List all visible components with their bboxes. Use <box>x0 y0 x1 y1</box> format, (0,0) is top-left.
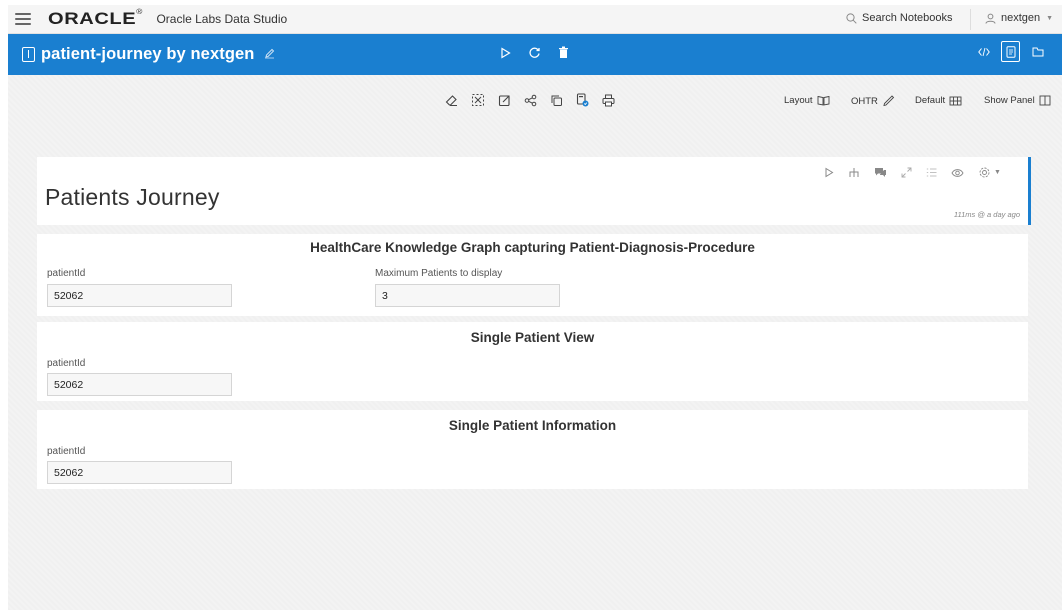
search-icon <box>846 12 857 24</box>
show-panel-button[interactable]: Show Panel <box>984 95 1051 106</box>
hierarchy-icon[interactable] <box>848 167 860 178</box>
paragraph-timing: 111ms @ a day ago <box>953 210 1020 219</box>
trash-icon[interactable] <box>558 46 569 59</box>
default-label: Default <box>915 95 946 106</box>
top-bar: ORACLE® Oracle Labs Data Studio Search N… <box>8 5 1062 34</box>
show-panel-label: Show Panel <box>984 95 1035 106</box>
book-icon <box>817 95 829 106</box>
expand-icon[interactable] <box>901 167 912 178</box>
paragraph-single-patient-view[interactable]: Single Patient View patientId <box>37 322 1028 401</box>
user-menu[interactable]: nextgen ▼ <box>985 12 1053 24</box>
line-numbers-icon[interactable] <box>926 167 937 178</box>
field-label: patientId <box>47 268 86 279</box>
user-name: nextgen <box>1001 12 1041 24</box>
notebook-title: patient-journey by nextgen <box>41 45 255 63</box>
export-icon[interactable] <box>498 94 511 107</box>
run-all-icon[interactable] <box>500 46 511 59</box>
paragraph-single-patient-information[interactable]: Single Patient Information patientId <box>37 410 1028 489</box>
max-patients-input[interactable] <box>375 284 560 307</box>
ohtr-label: OHTR <box>851 95 878 107</box>
code-view-icon[interactable] <box>974 41 993 62</box>
default-button[interactable]: Default <box>915 95 962 106</box>
paragraph-heading: Single Patient Information <box>448 418 617 433</box>
layout-button[interactable]: Layout <box>784 95 830 106</box>
comments-icon[interactable] <box>874 167 887 178</box>
paragraph-controls: ▼ <box>824 166 1001 179</box>
panel-icon <box>1039 95 1051 106</box>
folder-view-icon[interactable] <box>1028 41 1047 62</box>
eye-icon[interactable] <box>951 168 964 178</box>
report-view-icon[interactable] <box>1001 41 1020 62</box>
notebook-view-controls <box>974 41 1047 62</box>
paragraph-heading: Single Patient View <box>470 330 595 345</box>
app-name: Oracle Labs Data Studio <box>156 12 288 26</box>
run-paragraph-icon[interactable] <box>824 167 834 178</box>
oracle-logo: ORACLE® <box>48 9 143 28</box>
field-label: patientId <box>47 358 86 369</box>
print-icon[interactable] <box>602 94 615 107</box>
clone-badge-icon[interactable] <box>576 93 589 107</box>
search-notebooks-button[interactable]: Search Notebooks <box>846 12 953 24</box>
pen-icon <box>883 95 895 107</box>
layout-label: Layout <box>784 95 813 106</box>
ohtr-button[interactable]: OHTR <box>851 95 895 107</box>
refresh-icon[interactable] <box>528 46 541 59</box>
notebook-icon <box>22 47 35 62</box>
copy-icon[interactable] <box>550 94 563 107</box>
patient-id-input[interactable] <box>47 461 232 484</box>
field-label: patientId <box>47 446 86 457</box>
notebook-header-bar: patient-journey by nextgen <box>8 34 1062 75</box>
hamburger-menu-icon[interactable] <box>15 13 31 25</box>
chevron-down-icon: ▼ <box>1046 14 1054 22</box>
field-label: Maximum Patients to display <box>375 268 503 279</box>
table-icon <box>949 96 962 105</box>
clear-output-icon[interactable] <box>471 93 485 107</box>
top-divider <box>970 9 971 30</box>
gear-icon <box>979 167 990 178</box>
search-notebooks-label: Search Notebooks <box>862 12 953 24</box>
paragraph-heading: Patients Journey <box>45 184 220 210</box>
patient-id-input[interactable] <box>47 373 232 396</box>
edit-title-icon[interactable] <box>264 46 275 64</box>
paragraph-title[interactable]: Patients Journey ▼ 111ms @ a day ago <box>37 157 1031 225</box>
chevron-down-icon: ▼ <box>994 169 1001 176</box>
notebook-actions <box>500 46 569 59</box>
page: ORACLE® Oracle Labs Data Studio Search N… <box>8 5 1062 610</box>
user-icon <box>985 13 996 24</box>
patient-id-input[interactable] <box>47 284 232 307</box>
notebook-toolbar <box>445 93 615 107</box>
paragraph-knowledge-graph[interactable]: HealthCare Knowledge Graph capturing Pat… <box>37 234 1028 316</box>
settings-menu[interactable]: ▼ <box>978 166 1001 179</box>
paragraph-heading: HealthCare Knowledge Graph capturing Pat… <box>310 240 755 255</box>
eraser-icon[interactable] <box>445 94 458 107</box>
share-icon[interactable] <box>524 94 537 107</box>
